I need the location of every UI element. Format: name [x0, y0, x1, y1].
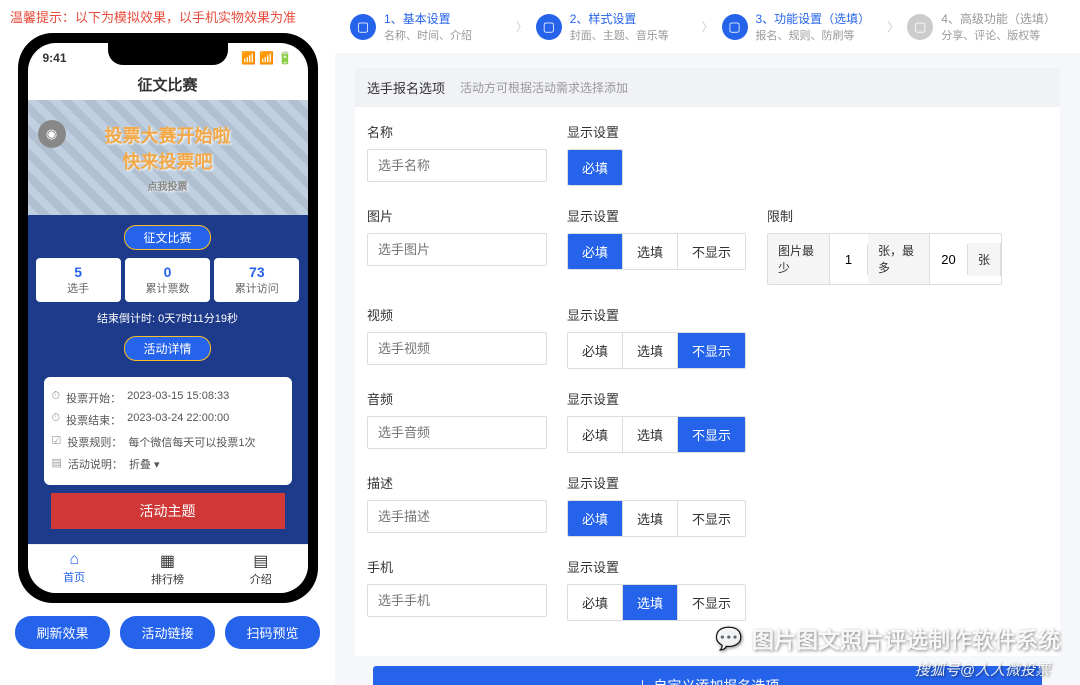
step-item[interactable]: ▢2、样式设置封面、主题、音乐等 — [536, 10, 694, 43]
field-label: 图片 — [367, 206, 547, 225]
radio-required[interactable]: 必填 — [568, 501, 623, 536]
nav-item[interactable]: ▤介绍 — [214, 551, 307, 587]
radio-hidden[interactable]: 不显示 — [678, 234, 745, 269]
display-label: 显示设置 — [567, 122, 747, 141]
radio-optional[interactable]: 选填 — [623, 333, 678, 368]
nav-item[interactable]: ⌂首页 — [28, 551, 121, 587]
radio-hidden[interactable]: 不显示 — [678, 417, 745, 452]
radio-optional[interactable]: 选填 — [623, 501, 678, 536]
field-label: 手机 — [367, 557, 547, 576]
radio-required[interactable]: 必填 — [568, 417, 623, 452]
radio-hidden[interactable]: 不显示 — [678, 585, 745, 620]
field-label: 描述 — [367, 473, 547, 492]
stat-box: 73累计访问 — [214, 258, 299, 302]
step-item[interactable]: ▢1、基本设置名称、时间、介绍 — [350, 10, 508, 43]
scan-button[interactable]: 扫码预览 — [225, 616, 320, 649]
field-label: 视频 — [367, 305, 547, 324]
display-label: 显示设置 — [567, 473, 747, 492]
detail-row: ⏱投票开始：2023-03-15 15:08:33 — [52, 387, 284, 409]
limit-group: 图片最少 张，最多 张 — [767, 233, 1002, 285]
section-tag: 征文比赛 — [124, 225, 210, 250]
wechat-icon: 💬 — [714, 624, 744, 654]
status-icons: 📶 📶 🔋 — [241, 51, 293, 65]
radio-required[interactable]: 必填 — [568, 150, 622, 185]
refresh-button[interactable]: 刷新效果 — [15, 616, 110, 649]
disc-icon: ◉ — [38, 120, 66, 148]
radio-required[interactable]: 必填 — [568, 585, 623, 620]
radio-optional[interactable]: 选填 — [623, 234, 678, 269]
watermark-sub: 搜狐号@人人微投票 — [915, 659, 1050, 680]
form-row: 视频 显示设置 必填 选填 不显示 — [367, 305, 1048, 369]
form-row: 描述 显示设置 必填 选填 不显示 — [367, 473, 1048, 537]
stat-box: 5选手 — [36, 258, 121, 302]
field-input[interactable] — [367, 332, 547, 365]
field-input[interactable] — [367, 584, 547, 617]
display-label: 显示设置 — [567, 305, 747, 324]
field-label: 音频 — [367, 389, 547, 408]
display-label: 显示设置 — [567, 557, 747, 576]
radio-optional[interactable]: 选填 — [623, 585, 678, 620]
phone-frame: 9:41 📶 📶 🔋 征文比赛 ◉ 投票大赛开始啦 快来投票吧 点我投票 征文比… — [18, 33, 318, 603]
banner: ◉ 投票大赛开始啦 快来投票吧 点我投票 — [28, 100, 308, 215]
radio-optional[interactable]: 选填 — [623, 417, 678, 452]
countdown: 结束倒计时: 0天7时11分19秒 — [36, 302, 300, 330]
field-input[interactable] — [367, 500, 547, 533]
radio-hidden[interactable]: 不显示 — [678, 501, 745, 536]
limit-max-input[interactable] — [930, 244, 968, 275]
form-header-title: 选手报名选项 — [367, 78, 445, 97]
detail-row: ⏱投票结束：2023-03-24 22:00:00 — [52, 409, 284, 431]
nav-item[interactable]: ▦排行榜 — [121, 551, 214, 587]
radio-required[interactable]: 必填 — [568, 234, 623, 269]
display-label: 显示设置 — [567, 389, 747, 408]
step-item[interactable]: ▢4、高级功能（选填）分享、评论、版权等 — [907, 10, 1065, 43]
field-input[interactable] — [367, 149, 547, 182]
display-label: 显示设置 — [567, 206, 747, 225]
detail-tag: 活动详情 — [124, 336, 210, 361]
radio-required[interactable]: 必填 — [568, 333, 623, 368]
app-title: 征文比赛 — [28, 69, 308, 100]
watermark: 💬 图片图文照片评选制作软件系统 — [714, 623, 1060, 655]
field-input[interactable] — [367, 416, 547, 449]
field-input[interactable] — [367, 233, 547, 266]
form-header-sub: 活动方可根据活动需求选择添加 — [460, 79, 628, 96]
phone-time: 9:41 — [43, 51, 67, 65]
stat-box: 0累计票数 — [125, 258, 210, 302]
limit-min-input[interactable] — [830, 244, 868, 275]
form-row: 手机 显示设置 必填 选填 不显示 — [367, 557, 1048, 621]
activity-theme: 活动主题 — [51, 493, 285, 529]
step-item[interactable]: ▢3、功能设置（选填）报名、规则、防刷等 — [722, 10, 880, 43]
form-row: 图片 显示设置 必填 选填 不显示 限制 图片最少 张，最多 张 — [367, 206, 1048, 285]
detail-row: ☑投票规则：每个微信每天可以投票1次 — [52, 431, 284, 453]
form-row: 音频 显示设置 必填 选填 不显示 — [367, 389, 1048, 453]
form-row: 名称 显示设置 必填 — [367, 122, 1048, 186]
link-button[interactable]: 活动链接 — [120, 616, 215, 649]
radio-hidden[interactable]: 不显示 — [678, 333, 745, 368]
detail-row: ▤活动说明：折叠 ▾ — [52, 453, 284, 475]
warning-text: 温馨提示：以下为模拟效果，以手机实物效果为准 — [10, 5, 325, 28]
field-label: 名称 — [367, 122, 547, 141]
